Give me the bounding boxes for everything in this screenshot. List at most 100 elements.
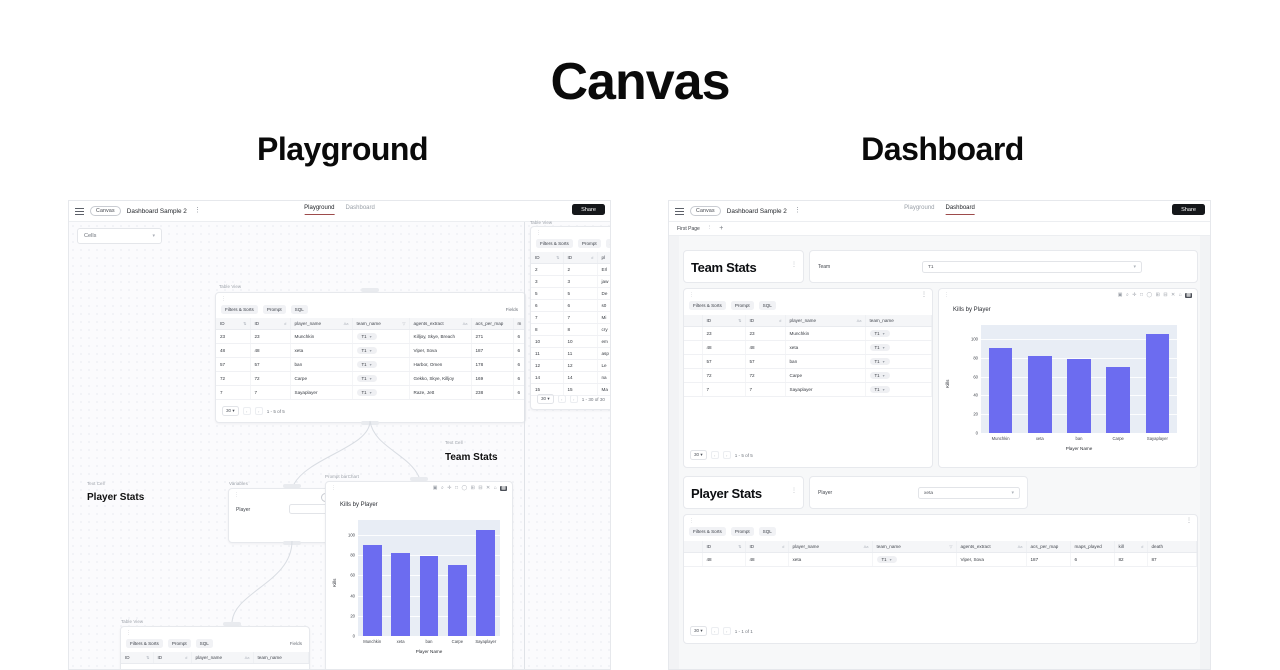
chip-prompt[interactable]: Prompt	[730, 301, 754, 310]
chip-prompt[interactable]: Prompt	[167, 639, 191, 648]
plus-icon[interactable]: +	[719, 225, 723, 232]
th-id-1[interactable]: ID ⇅	[702, 541, 746, 553]
chart-bar[interactable]	[448, 565, 467, 636]
autoscale-icon[interactable]: ✕	[1171, 293, 1175, 298]
chart-bar[interactable]	[1028, 356, 1052, 433]
th-id-2[interactable]: ID #	[153, 652, 192, 664]
prev-page-button[interactable]: ‹	[242, 407, 251, 415]
chip-filters-sorts[interactable]: Filters & Sorts	[536, 239, 573, 248]
table-row[interactable]: 6 6 s0	[531, 299, 610, 312]
chip-sql[interactable]: SQL	[758, 301, 776, 310]
table-row[interactable]: 48 48 xeta T1 ▾ Viper, Sova 187 6	[216, 343, 525, 358]
brand-pill[interactable]: Canvas	[90, 206, 121, 216]
table-row[interactable]: 57 57 ban T1 ▾ Harbor, Omen 178 6	[216, 357, 525, 372]
team-variable-input[interactable]: T1 ▾	[922, 261, 1142, 273]
chip-prompt[interactable]: Prompt	[730, 527, 754, 536]
th-acs-per-map[interactable]: acs_per_map	[471, 318, 514, 330]
camera-icon[interactable]: ▣	[433, 486, 438, 491]
playground-canvas[interactable]: Cells ▾ Table View ⋮ Filters & Sorts Pro…	[69, 220, 610, 669]
tab-playground[interactable]: Playground	[304, 205, 335, 215]
pan-icon[interactable]: ✛	[447, 486, 451, 491]
th-player-name[interactable]: player_name Aa	[788, 541, 873, 553]
page-size-select[interactable]: 30 ▾	[537, 394, 554, 404]
player-stats-heading[interactable]: Player Stats	[691, 486, 762, 501]
table-row[interactable]: 23 23 Munchkin T1 ▾ Killjoy, Skye, Breach…	[216, 329, 525, 344]
tab-dashboard[interactable]: Dashboard	[945, 205, 975, 215]
table-row[interactable]: 14 14 na	[531, 371, 610, 384]
drag-handle-icon[interactable]: ⋮	[331, 486, 336, 491]
th-id-2[interactable]: ID #	[563, 252, 598, 264]
th-team-name[interactable]: team_name ▽	[872, 541, 957, 553]
prev-page-button[interactable]: ‹	[710, 627, 719, 635]
hamburger-icon[interactable]	[675, 207, 684, 215]
cell-handle-bottom[interactable]	[361, 421, 379, 425]
th-acs-per-map[interactable]: acs_per_map	[1026, 541, 1071, 553]
fields-button[interactable]: Fields	[290, 641, 302, 646]
camera-icon[interactable]: ▣	[1118, 293, 1123, 298]
pan-icon[interactable]: ✛	[1132, 293, 1136, 298]
team-stats-heading[interactable]: Team Stats	[691, 260, 757, 275]
playground-player-stats-heading[interactable]: Player Stats	[87, 492, 144, 503]
table-row[interactable]: 72 72 Carpe T1 ▾	[684, 368, 932, 383]
th-id-2[interactable]: ID #	[250, 318, 291, 330]
th-id-1[interactable]: ID ⇅	[216, 318, 251, 330]
th-player-name[interactable]: player_name Aa	[785, 315, 866, 327]
prev-page-button[interactable]: ‹	[710, 451, 719, 459]
chip-filters-sorts[interactable]: Filters & Sorts	[689, 527, 726, 536]
chip-filters-sorts[interactable]: Filters & Sorts	[221, 305, 258, 314]
document-name[interactable]: Dashboard Sample 2	[727, 208, 787, 215]
zoom-icon[interactable]: ⌕	[1126, 293, 1129, 298]
chip-filters-sorts[interactable]: Filters & Sorts	[689, 301, 726, 310]
prev-page-button[interactable]: ‹	[557, 395, 566, 403]
chart-bar[interactable]	[1067, 358, 1091, 433]
page-size-select[interactable]: 30 ▾	[690, 626, 707, 636]
chip-sql[interactable]: SQL	[290, 305, 308, 314]
next-page-button[interactable]: ›	[722, 451, 731, 459]
drag-handle-icon[interactable]: ⋮	[791, 488, 797, 494]
th-agents-extract[interactable]: agents_extract Aa	[409, 318, 472, 330]
table-row[interactable]: 23 23 Munchkin T1 ▾	[684, 326, 932, 341]
zoom-in-icon[interactable]: ⊞	[1156, 293, 1160, 298]
page-size-select[interactable]: 30 ▾	[690, 450, 707, 460]
box-select-icon[interactable]: □	[455, 486, 458, 491]
kebab-menu-icon[interactable]: ⋮	[794, 207, 802, 214]
chip-sql[interactable]: SQL	[605, 239, 610, 248]
table-row[interactable]: 7 7 Mi	[531, 311, 610, 324]
chart-bar[interactable]	[1145, 334, 1170, 433]
zoom-out-icon[interactable]: ⊟	[1163, 293, 1167, 298]
document-name[interactable]: Dashboard Sample 2	[127, 208, 187, 215]
table-row[interactable]: 72 72 Carpe T1 ▾ Gekko, Skye, Killjoy 169…	[216, 371, 525, 386]
table-row[interactable]: 11 11 asp	[531, 347, 610, 360]
chip-filters-sorts[interactable]: Filters & Sorts	[126, 639, 163, 648]
th-team-name[interactable]: team_name ▽	[352, 318, 410, 330]
kebab-menu-icon[interactable]: ⋮	[194, 207, 202, 214]
zoom-in-icon[interactable]: ⊞	[471, 486, 475, 491]
table-row[interactable]: 48 48 xeta T1 ▾	[684, 340, 932, 355]
chart-bar[interactable]	[988, 348, 1013, 433]
chip-sql[interactable]: SQL	[758, 527, 776, 536]
zoom-icon[interactable]: ⌕	[441, 486, 444, 491]
th-team-name[interactable]: team_name	[865, 315, 932, 327]
drag-handle-icon[interactable]: ⋮	[234, 493, 239, 498]
table-row[interactable]: 57 57 ban T1 ▾	[684, 354, 932, 369]
next-page-button[interactable]: ›	[569, 395, 578, 403]
chip-sql[interactable]: SQL	[195, 639, 213, 648]
th-maps-played[interactable]: maps_played	[1070, 541, 1115, 553]
th-id-2[interactable]: ID #	[745, 541, 789, 553]
th-kill[interactable]: kill #	[1114, 541, 1148, 553]
chart-bar[interactable]	[362, 545, 382, 636]
next-page-button[interactable]: ›	[254, 407, 263, 415]
lasso-select-icon[interactable]: ◯	[1147, 293, 1153, 298]
reset-axes-icon[interactable]: ⌂	[494, 486, 497, 491]
table-row[interactable]: 7 7 Sayaplayer T1 ▾	[684, 382, 932, 397]
reset-axes-icon[interactable]: ⌂	[1179, 293, 1182, 298]
plotly-logo-icon[interactable]: ▩	[500, 486, 507, 491]
autoscale-icon[interactable]: ✕	[486, 486, 490, 491]
th-agents-extract[interactable]: agents_extract Aa	[956, 541, 1027, 553]
kebab-menu-icon[interactable]: ⋮	[1186, 518, 1192, 524]
chart-bar[interactable]	[1106, 367, 1130, 433]
th-id-2[interactable]: ID #	[745, 315, 786, 327]
drag-handle-icon[interactable]: ⋮	[791, 262, 797, 268]
th-more[interactable]: m	[513, 318, 525, 330]
cells-dropdown[interactable]: Cells ▾	[77, 228, 162, 244]
